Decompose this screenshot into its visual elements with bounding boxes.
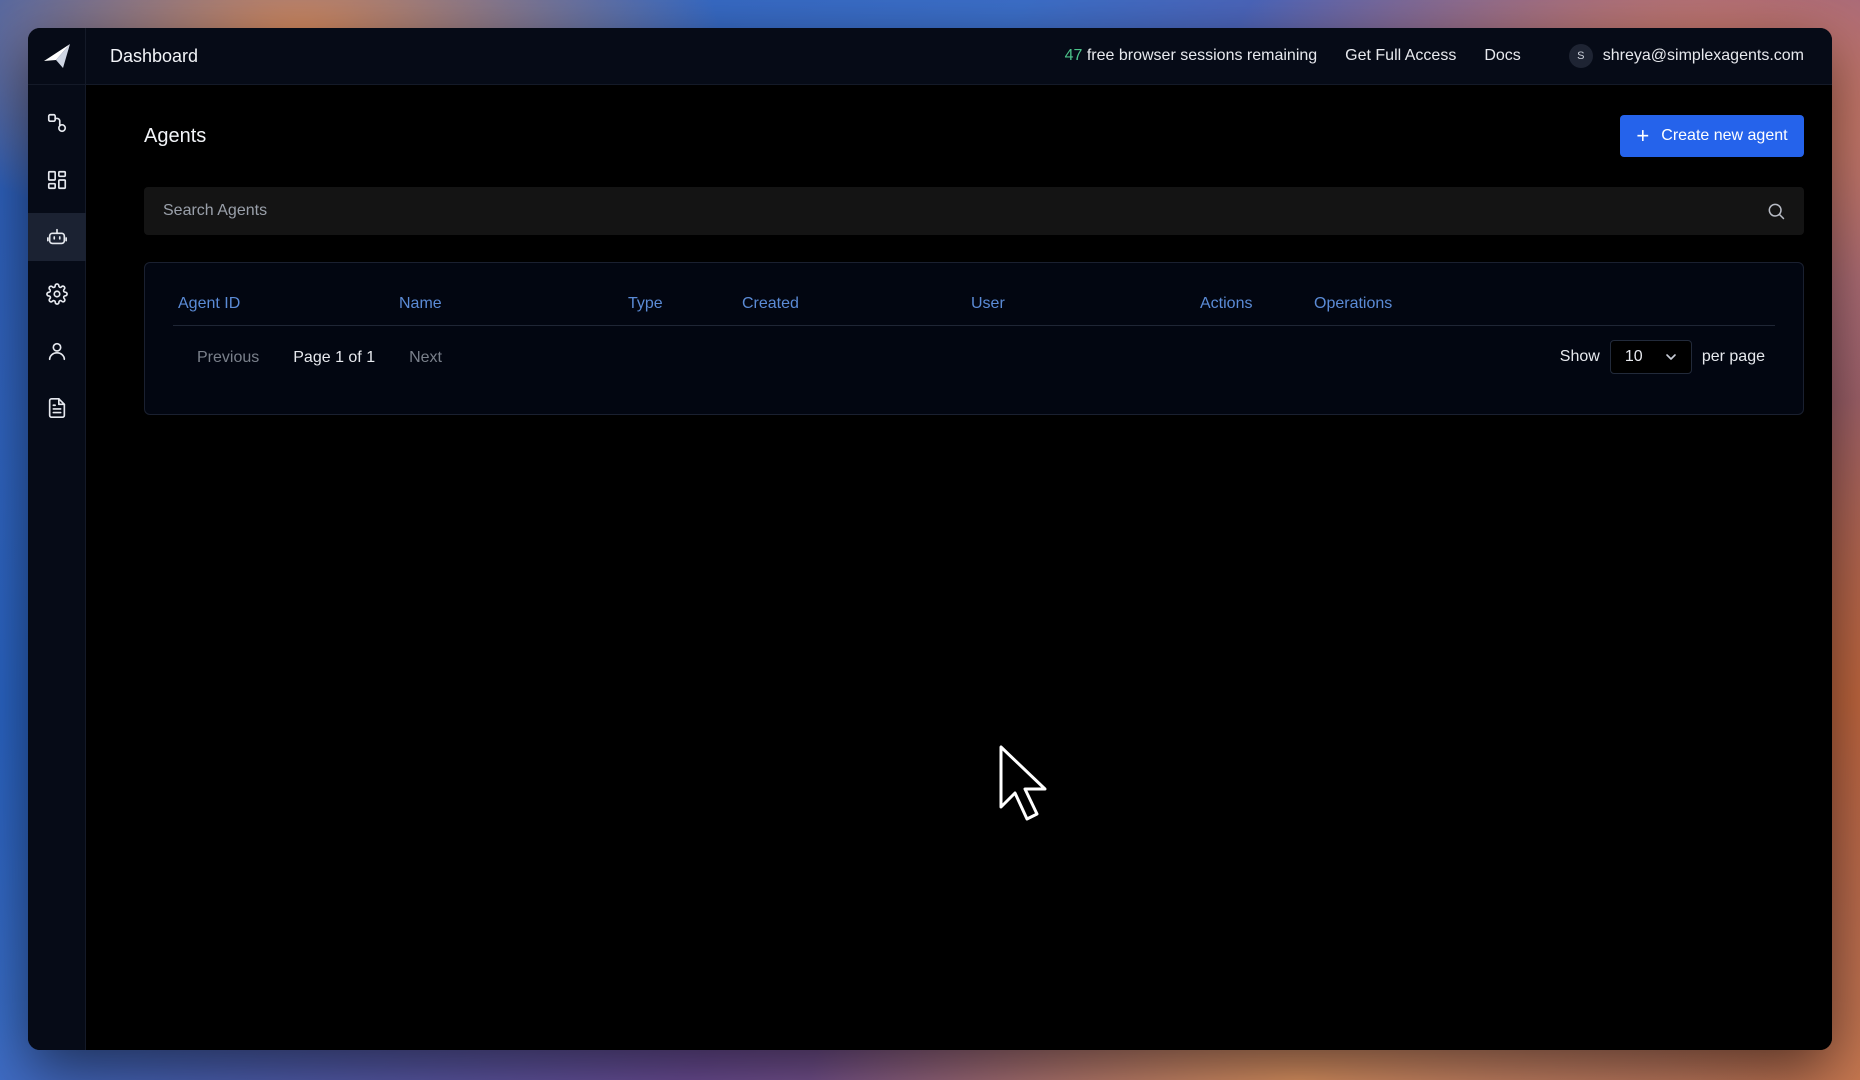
gear-icon: [46, 283, 68, 305]
table-header: Agent ID Name Type Created User Actions …: [173, 263, 1775, 326]
per-page-value: 10: [1624, 348, 1643, 365]
sessions-count: 47: [1064, 47, 1083, 64]
avatar: S: [1568, 44, 1593, 68]
user-menu[interactable]: S shreya@simplexagents.com: [1568, 44, 1804, 68]
create-new-agent-button[interactable]: + Create new agent: [1620, 115, 1804, 157]
sidebar-item-workflows[interactable]: [28, 99, 86, 147]
get-full-access-link[interactable]: Get Full Access: [1345, 47, 1456, 65]
sidebar-item-agents[interactable]: [28, 213, 86, 261]
per-page-select[interactable]: 10: [1609, 340, 1692, 374]
column-header-actions[interactable]: Actions: [1200, 295, 1252, 313]
column-header-user[interactable]: User: [971, 295, 1005, 313]
search-input[interactable]: [144, 187, 1766, 235]
sidebar: [28, 85, 86, 1050]
workflow-icon: [47, 113, 67, 133]
page-info: Page 1 of 1: [293, 349, 376, 366]
agents-table: Agent ID Name Type Created User Actions …: [144, 262, 1804, 415]
search-icon[interactable]: [1766, 201, 1786, 221]
user-icon: [48, 342, 66, 361]
app-window: Dashboard 47 free browser sessions remai…: [28, 28, 1832, 1050]
per-page-control: Show 10 per page: [1560, 340, 1765, 374]
sidebar-item-dashboard[interactable]: [28, 156, 86, 204]
sidebar-item-documents[interactable]: [28, 384, 86, 432]
sessions-remaining: 47 free browser sessions remaining: [1065, 47, 1318, 65]
dashboard-grid-icon: [47, 170, 67, 190]
next-page-button[interactable]: Next: [409, 349, 442, 367]
chevron-down-icon: [1666, 354, 1676, 360]
per-page-label: per page: [1701, 348, 1765, 365]
create-new-agent-label: Create new agent: [1661, 127, 1788, 144]
document-icon: [48, 398, 66, 418]
column-header-created[interactable]: Created: [742, 295, 799, 313]
top-bar-right: 47 free browser sessions remaining Get F…: [1065, 44, 1832, 68]
logo-icon: [43, 44, 70, 68]
show-label: Show: [1559, 348, 1600, 365]
search-bar: [144, 187, 1804, 235]
column-header-type[interactable]: Type: [628, 295, 663, 313]
robot-agent-icon: [47, 228, 67, 245]
sidebar-item-settings[interactable]: [28, 270, 86, 318]
mouse-pointer-icon: [999, 745, 1047, 821]
top-bar: Dashboard 47 free browser sessions remai…: [28, 28, 1832, 85]
plus-icon: +: [1636, 123, 1650, 148]
main-content: Agents + Create new agent Agent ID Name …: [87, 85, 1832, 1050]
column-header-name[interactable]: Name: [399, 295, 442, 313]
column-header-operations[interactable]: Operations: [1314, 295, 1392, 313]
page-title: Agents: [144, 125, 207, 147]
docs-link[interactable]: Docs: [1484, 47, 1520, 65]
app-title: Dashboard: [110, 45, 199, 66]
previous-page-button[interactable]: Previous: [197, 349, 259, 367]
sidebar-item-account[interactable]: [28, 327, 86, 375]
user-email: shreya@simplexagents.com: [1602, 47, 1804, 64]
sessions-text: free browser sessions remaining: [1086, 47, 1318, 64]
pagination: Previous Page 1 of 1 Next: [197, 349, 442, 367]
column-header-agent-id[interactable]: Agent ID: [178, 295, 240, 313]
logo[interactable]: [28, 28, 86, 84]
